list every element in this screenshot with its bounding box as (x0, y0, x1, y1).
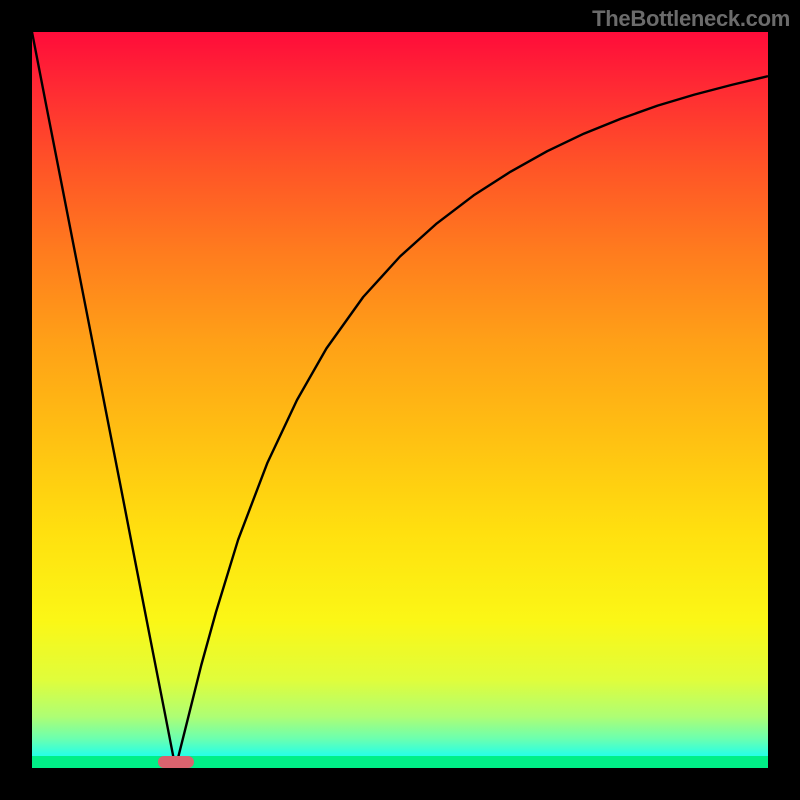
curve-svg (32, 32, 768, 768)
bottleneck-curve (32, 32, 768, 768)
optimum-marker (157, 756, 193, 768)
plot-area (32, 32, 768, 768)
baseline-strip (32, 756, 768, 768)
chart-frame: TheBottleneck.com (0, 0, 800, 800)
watermark-text: TheBottleneck.com (592, 6, 790, 32)
